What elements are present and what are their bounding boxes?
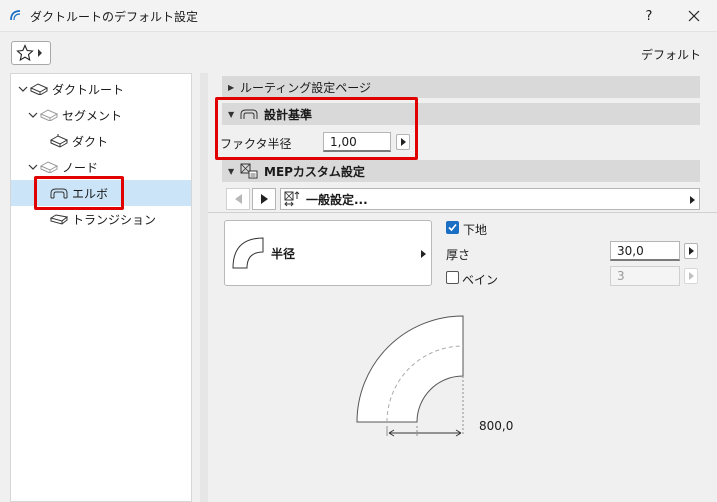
chevron-down-icon[interactable] xyxy=(17,83,29,95)
chevron-down-icon[interactable] xyxy=(27,109,39,121)
factor-radius-arrow[interactable] xyxy=(396,134,410,150)
mep-custom-icon xyxy=(240,163,258,179)
prev-page-button[interactable] xyxy=(226,188,250,210)
substrate-label: 下地 xyxy=(463,223,488,237)
caret-right-icon xyxy=(400,138,406,146)
factor-radius-label: ファクタ半径 xyxy=(220,137,292,151)
factor-radius-input[interactable] xyxy=(323,132,391,152)
elbow-shape-button[interactable]: 半径 xyxy=(224,220,432,286)
close-button[interactable] xyxy=(671,0,717,32)
vane-count-input[interactable] xyxy=(610,266,680,286)
vane-label: ベイン xyxy=(462,273,499,287)
section-label: 設計基準 xyxy=(264,107,313,122)
elbow-icon xyxy=(49,186,69,200)
node-icon xyxy=(39,160,59,174)
caret-right-icon xyxy=(688,272,694,280)
tree-item-label: セグメント xyxy=(62,108,123,123)
section-label: ルーティング設定ページ xyxy=(240,80,372,95)
help-button[interactable]: ? xyxy=(627,0,671,32)
section-label: MEPカスタム設定 xyxy=(264,164,365,179)
thickness-label: 厚さ xyxy=(446,248,471,262)
star-icon xyxy=(16,44,34,62)
tree-item-duct-route[interactable]: ダクトルート xyxy=(11,76,191,102)
thickness-input[interactable] xyxy=(610,241,680,261)
title-bar: ダクトルートのデフォルト設定 ? xyxy=(0,0,717,32)
close-icon xyxy=(688,10,700,22)
page-select[interactable]: 一般設定... xyxy=(280,188,700,210)
elbow-icon xyxy=(240,108,258,120)
triangle-right-icon: ▶ xyxy=(228,82,235,92)
settings-tree: ダクトルート セグメント ダクト ノード エルボ トランジション xyxy=(10,73,192,502)
tree-item-transition[interactable]: トランジション xyxy=(11,206,191,232)
tree-item-node[interactable]: ノード xyxy=(11,154,191,180)
transition-icon xyxy=(49,212,69,226)
vane-checkbox[interactable] xyxy=(446,271,459,284)
substrate-checkbox[interactable] xyxy=(446,221,459,234)
divider xyxy=(208,212,717,213)
window-title: ダクトルートのデフォルト設定 xyxy=(30,10,199,24)
caret-right-icon xyxy=(421,250,426,258)
tree-item-elbow[interactable]: エルボ xyxy=(11,180,191,206)
check-icon xyxy=(448,223,457,232)
triangle-down-icon: ▼ xyxy=(228,109,235,119)
tree-item-segment[interactable]: セグメント xyxy=(11,102,191,128)
tree-item-label: エルボ xyxy=(72,186,109,201)
caret-right-icon xyxy=(260,194,268,204)
default-label: デフォルト xyxy=(640,48,701,62)
tree-item-duct[interactable]: ダクト xyxy=(11,128,191,154)
duct-icon xyxy=(49,134,69,148)
tree-item-label: ダクト xyxy=(72,134,109,149)
general-settings-icon xyxy=(284,191,302,207)
caret-right-icon xyxy=(690,196,695,204)
chevron-down-icon[interactable] xyxy=(27,161,39,173)
next-page-button[interactable] xyxy=(252,188,276,210)
tree-item-label: ノード xyxy=(62,160,99,175)
favorites-button[interactable] xyxy=(11,41,51,65)
page-navigator: 一般設定... xyxy=(222,187,700,211)
vane-count-arrow[interactable] xyxy=(684,268,698,284)
caret-right-icon xyxy=(38,49,42,57)
tree-item-label: ダクトルート xyxy=(52,82,125,97)
triangle-down-icon: ▼ xyxy=(228,166,235,176)
splitter[interactable] xyxy=(200,73,208,502)
section-design-header[interactable]: ▼ 設計基準 xyxy=(222,103,700,125)
thickness-arrow[interactable] xyxy=(684,243,698,259)
tree-item-label: トランジション xyxy=(72,212,157,227)
elbow-preview xyxy=(356,315,464,437)
caret-right-icon xyxy=(688,247,694,255)
section-routing-header[interactable]: ▶ ルーティング設定ページ xyxy=(222,76,700,98)
caret-left-icon xyxy=(234,194,242,204)
preview-dimension: 800,0 xyxy=(479,419,514,433)
duct-route-icon xyxy=(29,82,49,96)
section-mep-header[interactable]: ▼ MEPカスタム設定 xyxy=(222,160,700,182)
shape-label: 半径 xyxy=(271,246,296,261)
page-select-value: 一般設定... xyxy=(306,192,368,207)
radius-elbow-icon xyxy=(232,237,264,269)
segment-icon xyxy=(39,108,59,122)
app-icon xyxy=(10,10,21,21)
